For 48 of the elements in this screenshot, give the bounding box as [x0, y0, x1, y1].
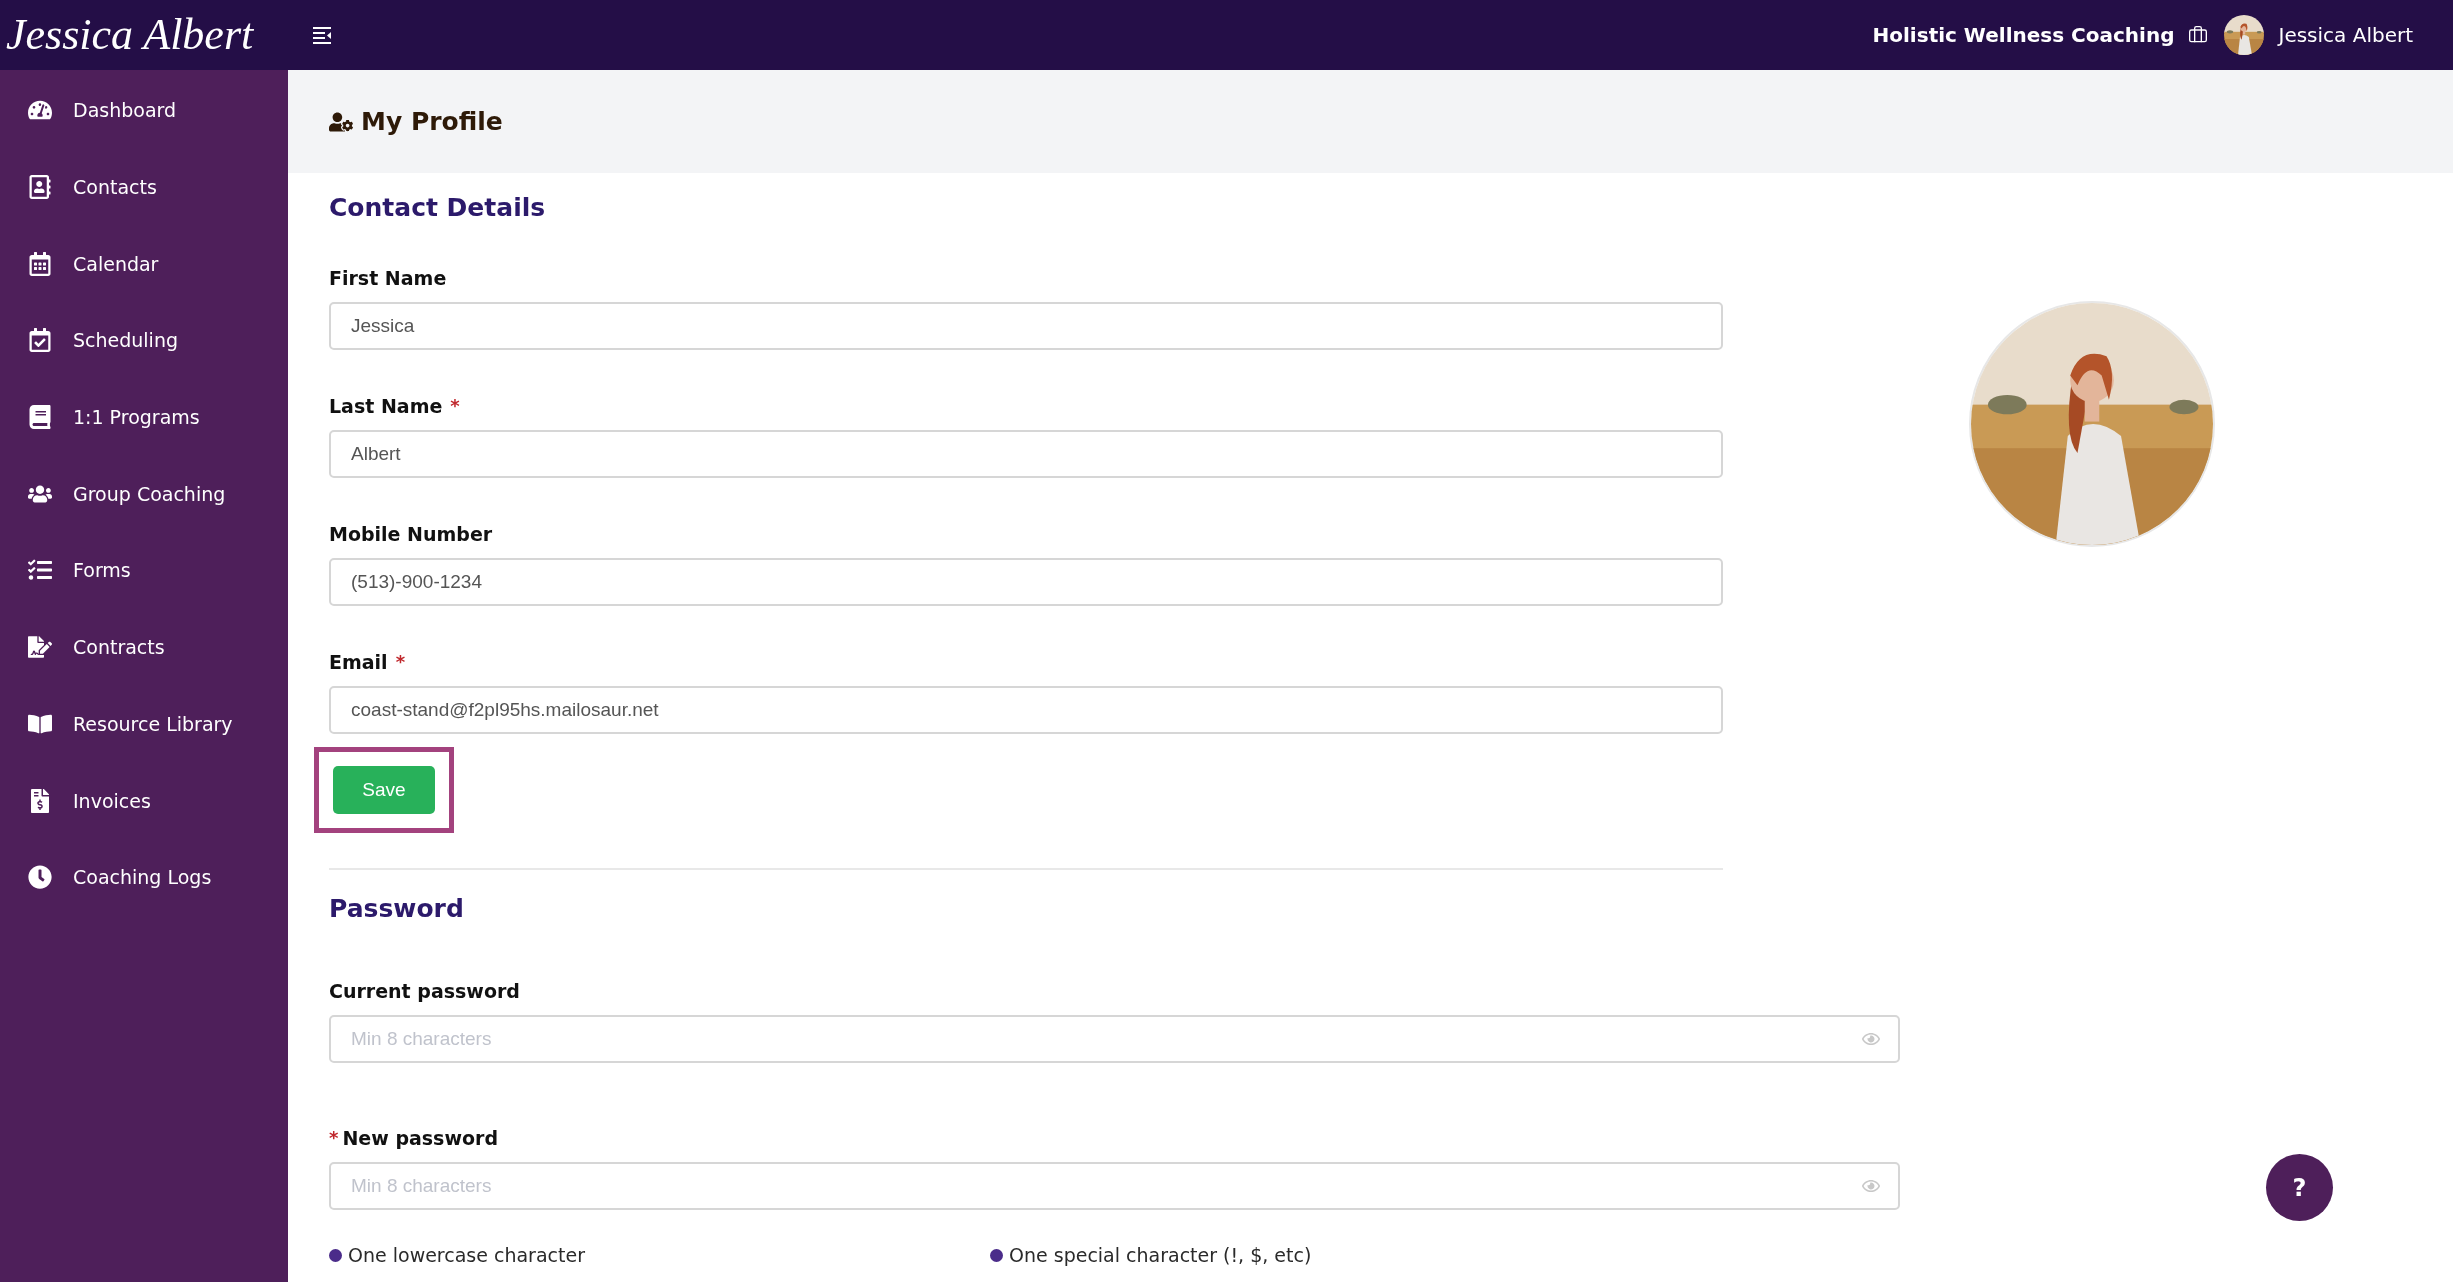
- field-label: New password: [342, 1127, 498, 1149]
- section-heading: Contact Details: [329, 193, 547, 222]
- menu-icon[interactable]: [312, 26, 332, 44]
- bullet-dot: [990, 1248, 1003, 1262]
- field-label: Email: [329, 651, 388, 673]
- book-icon: [27, 405, 53, 430]
- user-avatar[interactable]: [2224, 15, 2265, 55]
- checklist-icon: [27, 558, 53, 583]
- help-button[interactable]: ?: [2266, 1154, 2333, 1221]
- required-mark: *: [329, 1127, 339, 1149]
- sidebar-item[interactable]: Scheduling: [0, 302, 288, 379]
- input-field[interactable]: (513)-900-1234: [329, 558, 1723, 606]
- sidebar-item[interactable]: Group Coaching: [0, 455, 288, 533]
- user-name[interactable]: Jessica Albert: [2278, 23, 2413, 47]
- page-title: My Profile: [361, 107, 503, 136]
- business-name: Holistic Wellness Coaching: [1872, 23, 2175, 47]
- calendar-icon: [27, 251, 53, 276]
- sidebar-item[interactable]: Coaching Logs: [0, 838, 288, 916]
- required-mark: *: [450, 395, 460, 417]
- input-field[interactable]: Jessica: [329, 302, 1723, 350]
- signature-icon: [27, 635, 53, 660]
- address-book-icon: [27, 175, 53, 200]
- password-field[interactable]: Min 8 characters: [329, 1015, 1900, 1063]
- sidebar-item[interactable]: Invoices: [0, 762, 288, 839]
- clock-icon: [27, 865, 53, 890]
- sidebar-item[interactable]: Dashboard: [0, 72, 288, 149]
- field-label: First Name: [329, 267, 447, 289]
- requirement-text: One special character (!, $, etc): [1009, 1244, 1312, 1266]
- sidebar-item[interactable]: Resource Library: [0, 685, 288, 763]
- sidebar-item[interactable]: Contracts: [0, 608, 288, 686]
- password-field[interactable]: Min 8 characters: [329, 1162, 1900, 1210]
- sidebar-item[interactable]: Forms: [0, 532, 288, 609]
- required-mark: *: [395, 651, 406, 673]
- requirement-text: One lowercase character: [348, 1244, 585, 1266]
- user-gear-icon: [329, 109, 353, 134]
- logo[interactable]: Jessica Albert: [0, 5, 290, 65]
- sidebar-item[interactable]: 1:1 Programs: [0, 378, 288, 456]
- input-field[interactable]: Albert: [329, 430, 1723, 478]
- sidebar-item[interactable]: Contacts: [0, 148, 288, 226]
- calendar-check-icon: [27, 328, 53, 353]
- section-heading: Password: [329, 894, 465, 923]
- field-label: Current password: [329, 980, 520, 1002]
- input-field[interactable]: coast-stand@f2pl95hs.mailosaur.net: [329, 686, 1723, 734]
- field-label: Last Name: [329, 395, 443, 417]
- bullet-dot: [329, 1248, 342, 1262]
- sidebar-item[interactable]: Calendar: [0, 225, 288, 303]
- briefcase-icon[interactable]: [2188, 25, 2209, 45]
- field-label: Mobile Number: [329, 523, 493, 545]
